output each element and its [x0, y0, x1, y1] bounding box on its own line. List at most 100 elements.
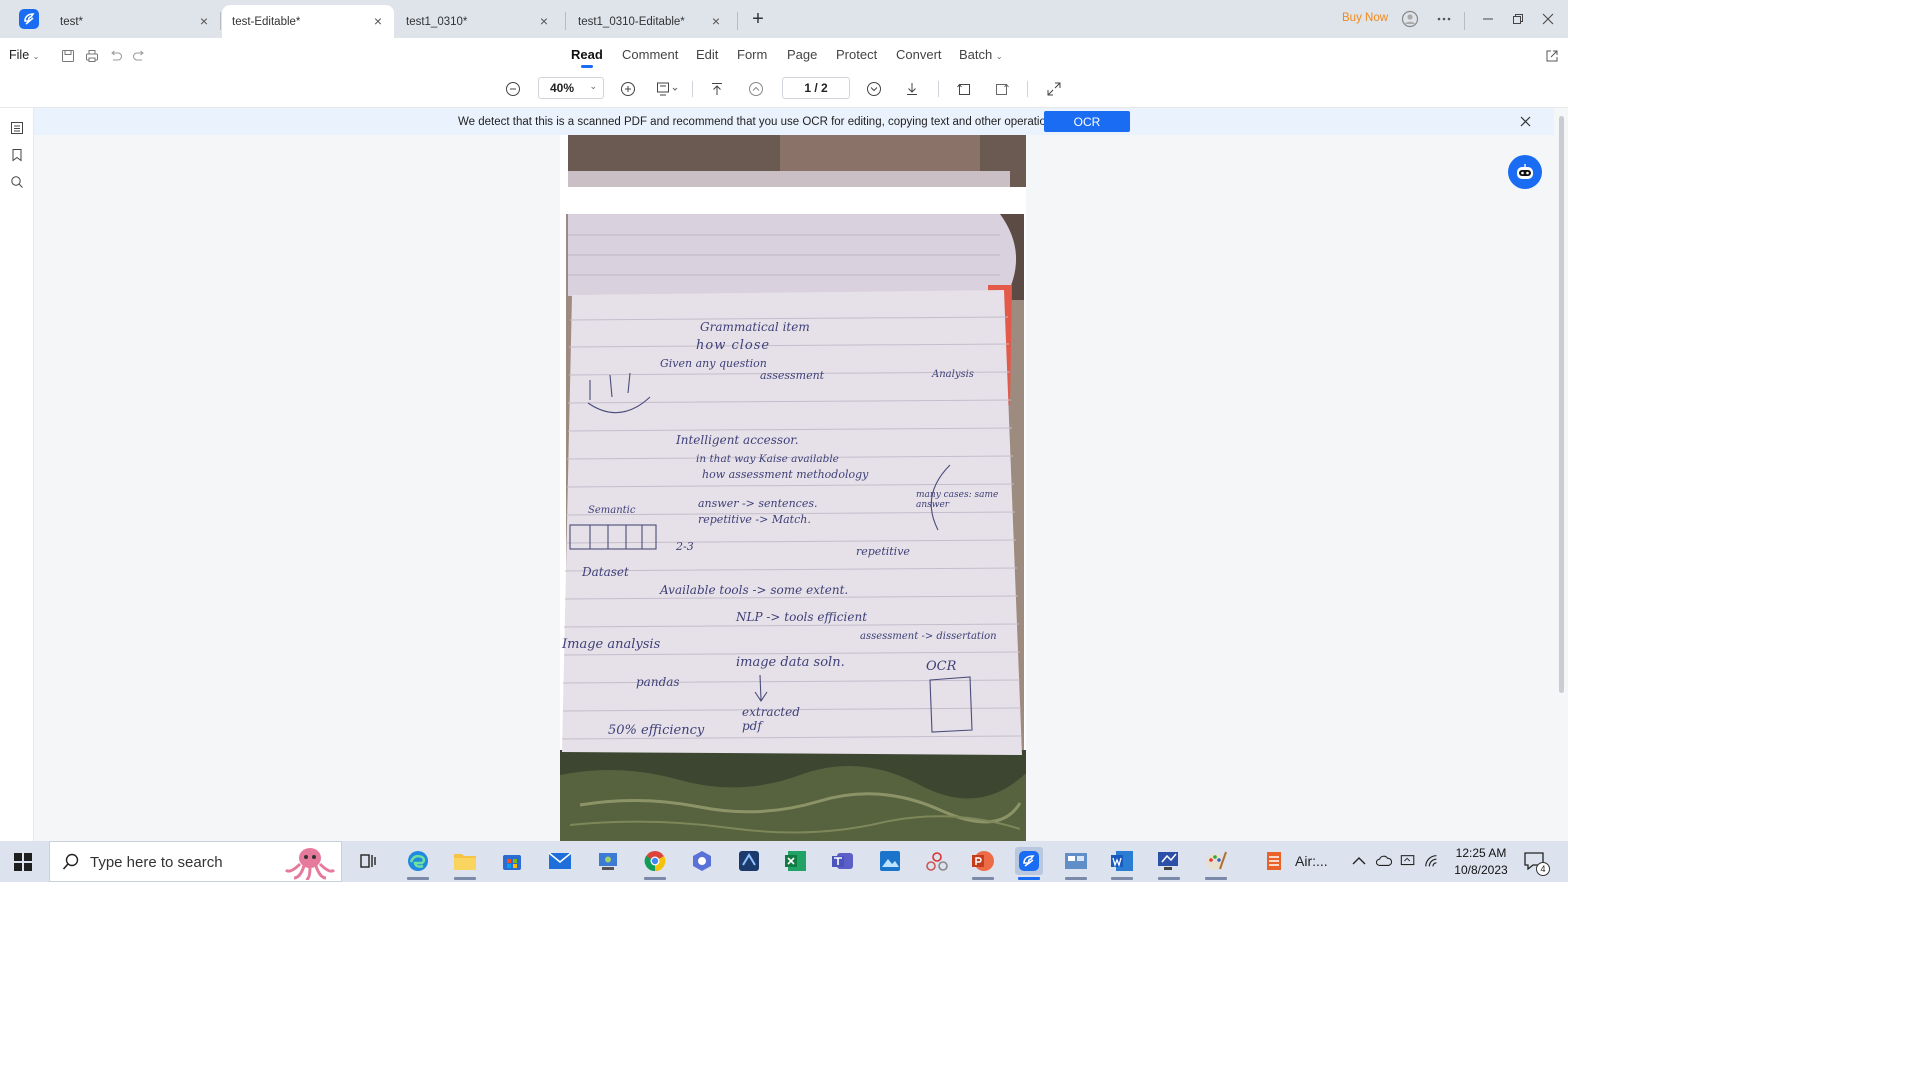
mail-icon[interactable] [546, 847, 574, 875]
buy-now-link[interactable]: Buy Now [1342, 12, 1388, 24]
next-page-icon[interactable] [864, 79, 884, 99]
powerpoint-icon[interactable] [969, 847, 997, 880]
note-line: Dataset [582, 565, 629, 579]
dev-tool-icon[interactable] [735, 847, 763, 875]
remote-app-icon[interactable] [1062, 847, 1090, 880]
nav-tab-edit[interactable]: Edit [696, 47, 718, 62]
fit-mode-icon[interactable] [654, 79, 682, 99]
pdf-editor-icon[interactable] [1015, 847, 1043, 880]
task-view-icon[interactable] [354, 847, 382, 875]
chevron-up-icon[interactable] [1351, 853, 1367, 869]
close-icon[interactable] [1518, 114, 1532, 128]
nav-tab-convert[interactable]: Convert [896, 47, 942, 62]
excel-icon[interactable] [782, 847, 810, 875]
ai-assistant-button[interactable] [1508, 155, 1542, 189]
document-viewer[interactable]: Grammatical item how close Given any que… [34, 108, 1568, 841]
zoom-out-icon[interactable] [503, 79, 523, 99]
new-tab-button[interactable]: + [749, 9, 767, 29]
note-line: repetitive [856, 545, 910, 558]
thumbnails-icon[interactable] [8, 119, 26, 137]
open-external-icon[interactable] [1544, 48, 1560, 64]
view-toolbar: 40% ⌄ 1 / 2 [0, 72, 1568, 108]
microsoft-store-icon[interactable] [498, 847, 526, 875]
previous-page-icon[interactable] [746, 79, 766, 99]
nav-tab-comment[interactable]: Comment [622, 47, 678, 62]
file-explorer-icon[interactable] [451, 847, 479, 880]
ocr-button[interactable]: OCR [1044, 111, 1130, 132]
robot-icon [1517, 164, 1533, 179]
close-window-icon[interactable] [1538, 9, 1558, 29]
first-page-icon[interactable] [707, 79, 727, 99]
save-icon[interactable] [60, 48, 76, 64]
more-options-icon[interactable] [1434, 9, 1454, 29]
running-indicator [1158, 877, 1180, 880]
control-panel-icon[interactable] [594, 847, 622, 875]
photos-icon[interactable] [876, 847, 904, 875]
tab-test[interactable]: test* × [50, 5, 220, 38]
close-icon[interactable]: × [710, 14, 722, 28]
chrome-icon[interactable] [641, 847, 669, 880]
running-indicator [644, 877, 666, 880]
running-indicator [1065, 877, 1087, 880]
taskbar-search-input[interactable]: Type here to search [49, 841, 342, 882]
cloud-icon[interactable] [1376, 853, 1392, 869]
tab-label: test1_0310-Editable* [578, 15, 685, 28]
redo-icon[interactable] [131, 48, 147, 64]
close-icon[interactable]: × [372, 14, 384, 28]
nav-tab-batch[interactable]: Batch ⌄ [959, 47, 1003, 62]
bookmark-icon[interactable] [8, 146, 26, 164]
windows-start-icon[interactable] [14, 853, 32, 871]
air-app-icon[interactable] [1260, 847, 1288, 875]
clock-date: 10/8/2023 [1454, 863, 1508, 877]
divider [1027, 81, 1028, 97]
wifi-icon[interactable] [1424, 853, 1440, 869]
zoom-in-icon[interactable] [618, 79, 638, 99]
monitor-app-icon[interactable] [1155, 847, 1183, 880]
tab-test1-0310-editable[interactable]: test1_0310-Editable* × [568, 5, 732, 38]
nav-tab-page[interactable]: Page [787, 47, 817, 62]
minimize-icon[interactable] [1478, 9, 1498, 29]
page-number-input[interactable]: 1 / 2 [782, 77, 850, 99]
tab-label: test1_0310* [406, 15, 468, 28]
tab-test1-0310[interactable]: test1_0310* × [396, 5, 560, 38]
note-line: answer -> sentences. [698, 497, 818, 510]
file-menu[interactable]: File ⌄ [9, 48, 39, 62]
air-app-label[interactable]: Air:... [1295, 853, 1328, 869]
note-line: Grammatical item [700, 320, 810, 334]
rotate-right-icon[interactable] [992, 79, 1012, 99]
word-icon[interactable] [1108, 847, 1136, 880]
note-line: repetitive -> Match. [698, 513, 811, 526]
nav-tab-form[interactable]: Form [737, 47, 767, 62]
paint-icon[interactable] [1202, 847, 1230, 880]
rotate-left-icon[interactable] [954, 79, 974, 99]
undo-icon[interactable] [108, 48, 124, 64]
running-indicator [972, 877, 994, 880]
close-icon[interactable]: × [538, 14, 550, 28]
teams-icon[interactable] [829, 847, 857, 875]
account-icon[interactable] [1400, 9, 1420, 29]
scrollbar-thumb[interactable] [1559, 116, 1564, 693]
print-icon[interactable] [84, 48, 100, 64]
tab-test-editable[interactable]: test-Editable* × [222, 5, 394, 38]
restore-icon[interactable] [1508, 9, 1528, 29]
network-app-icon[interactable] [923, 847, 951, 875]
note-line: extracted pdf [742, 705, 800, 733]
display-icon[interactable] [1400, 853, 1416, 869]
fullscreen-icon[interactable] [1044, 79, 1064, 99]
note-line: image data soln. [736, 655, 845, 670]
edge-icon[interactable] [404, 847, 432, 880]
system-clock[interactable]: 12:25 AM 10/8/2023 [1446, 845, 1516, 879]
running-indicator [1018, 877, 1040, 880]
chevron-down-icon: ⌄ [995, 52, 1003, 61]
note-line: assessment [760, 369, 825, 382]
close-icon[interactable]: × [198, 14, 210, 28]
page-indicator: 1 / 2 [804, 81, 828, 95]
nav-tab-protect[interactable]: Protect [836, 47, 877, 62]
app-logo-icon[interactable] [19, 9, 39, 29]
zoom-level-select[interactable]: 40% ⌄ [538, 77, 604, 99]
last-page-icon[interactable] [902, 79, 922, 99]
nav-tab-read[interactable]: Read [571, 47, 603, 68]
app-icon[interactable] [688, 847, 716, 875]
search-icon[interactable] [8, 173, 26, 191]
note-line: Intelligent accessor. [676, 433, 799, 447]
